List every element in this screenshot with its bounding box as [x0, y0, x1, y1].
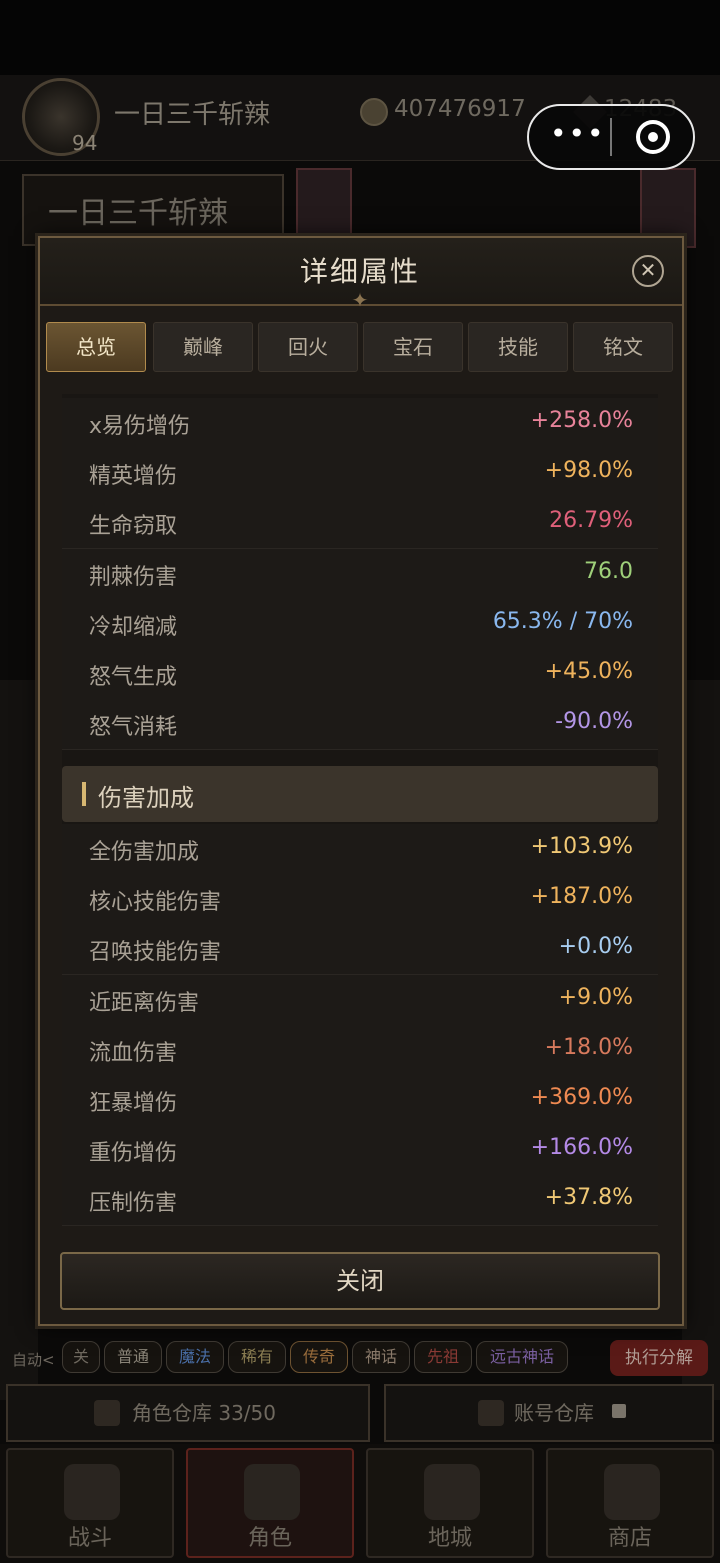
nav-dungeon[interactable]: 地城 [366, 1448, 534, 1558]
attribute-row: 狂暴增伤 +369.0% [62, 1075, 658, 1126]
auto-salvage-label: 自动< [12, 1351, 55, 1369]
ornament-icon: ✦ [351, 288, 369, 312]
attribute-value: +166.0% [530, 1135, 633, 1161]
character-storage-button[interactable]: 角色仓库 33/50 [6, 1384, 370, 1442]
attribute-value: +37.8% [544, 1185, 633, 1211]
tab-tempering[interactable]: 回火 [258, 322, 358, 372]
attribute-label: 重伤增伤 [89, 1141, 178, 1167]
close-button[interactable]: 关闭 [60, 1252, 660, 1310]
attribute-label: 生命窃取 [89, 514, 178, 540]
account-storage-button[interactable]: 账号仓库 [384, 1384, 714, 1442]
player-name: 一日三千斩辣 [114, 100, 271, 130]
attribute-value: 26.79% [549, 508, 633, 534]
inventory-panel-right [682, 680, 720, 1400]
attribute-row: 荆棘伤害 76.0 [62, 548, 658, 600]
attribute-row: 生命窃取 26.79% [62, 498, 658, 550]
attribute-value: +103.9% [530, 834, 633, 859]
attribute-value: 76.0 [584, 558, 633, 584]
chest-icon [478, 1400, 504, 1426]
shop-chest-icon [604, 1464, 660, 1520]
attribute-value: +45.0% [544, 659, 633, 684]
crossed-swords-icon [64, 1464, 120, 1520]
attribute-row: 怒气消耗 -90.0% [62, 699, 658, 751]
filter-chip-mythic[interactable]: 神话 [352, 1341, 410, 1373]
attribute-label: 召唤技能伤害 [89, 940, 222, 966]
lock-icon [612, 1404, 626, 1418]
attribute-row: 冷却缩减 65.3% / 70% [62, 598, 658, 650]
attribute-label: 荆棘伤害 [89, 564, 178, 590]
nav-battle[interactable]: 战斗 [6, 1448, 174, 1558]
attribute-label: 全伤害加成 [89, 840, 200, 865]
tab-paragon[interactable]: 巅峰 [153, 322, 253, 372]
tab-inscriptions[interactable]: 铭文 [573, 322, 673, 372]
chest-icon [94, 1400, 120, 1426]
gold-amount: 407476917 [394, 96, 526, 122]
nav-character[interactable]: 角色 [186, 1448, 354, 1558]
character-storage-label: 角色仓库 33/50 [132, 1401, 276, 1425]
attribute-row: 核心技能伤害 +187.0% [62, 874, 658, 926]
filter-chip-ancestral[interactable]: 先祖 [414, 1341, 472, 1373]
dungeon-gate-icon [424, 1464, 480, 1520]
filter-chip-normal[interactable]: 普通 [104, 1341, 162, 1373]
more-dots-icon[interactable]: ••• [550, 120, 606, 148]
tab-skills[interactable]: 技能 [468, 322, 568, 372]
filter-chip-magic[interactable]: 魔法 [166, 1341, 224, 1373]
attribute-label: 精英增伤 [89, 464, 178, 490]
execute-salvage-button[interactable]: 执行分解 [610, 1340, 708, 1376]
nav-dungeon-label: 地城 [427, 1526, 472, 1551]
filter-chip-ancient-mythic[interactable]: 远古神话 [476, 1341, 568, 1373]
attribute-value: +9.0% [558, 984, 633, 1010]
attribute-label: 流血伤害 [89, 1040, 178, 1066]
attribute-row: 全伤害加成 +103.9% [62, 824, 658, 875]
nav-shop-label: 商店 [607, 1526, 652, 1551]
gold-coin-icon [360, 98, 388, 126]
filter-chip-off[interactable]: 关 [62, 1341, 100, 1373]
capsule-divider [610, 118, 612, 156]
attribute-label: 核心技能伤害 [89, 890, 222, 916]
attribute-row: x易伤增伤 +258.0% [62, 398, 658, 449]
character-helm-icon [244, 1464, 300, 1520]
attribute-row: 重伤增伤 +166.0% [62, 1125, 658, 1177]
attribute-label: 怒气生成 [89, 665, 178, 690]
section-title: 伤害加成 [98, 784, 194, 812]
target-icon[interactable] [636, 120, 670, 154]
filter-chip-legendary[interactable]: 传奇 [290, 1341, 348, 1373]
close-icon[interactable]: ✕ [632, 255, 664, 287]
attribute-value: +258.0% [530, 408, 633, 433]
account-storage-label: 账号仓库 [514, 1401, 594, 1425]
attribute-label: 狂暴增伤 [89, 1091, 178, 1116]
attribute-label: 压制伤害 [89, 1191, 178, 1217]
attribute-row: 流血伤害 +18.0% [62, 1024, 658, 1076]
tab-gems[interactable]: 宝石 [363, 322, 463, 372]
status-bar-area [0, 0, 720, 75]
attribute-row: 精英增伤 +98.0% [62, 448, 658, 500]
attribute-value: +0.0% [558, 934, 633, 960]
character-name: 一日三千斩辣 [48, 196, 228, 231]
attribute-label: x易伤增伤 [89, 414, 191, 439]
attribute-row: 召唤技能伤害 +0.0% [62, 924, 658, 976]
attribute-label: 冷却缩减 [89, 614, 178, 640]
attribute-value: 65.3% / 70% [492, 608, 633, 634]
filter-chip-rare[interactable]: 稀有 [228, 1341, 286, 1373]
player-level: 94 [72, 131, 98, 155]
section-accent [82, 782, 86, 806]
tab-overview[interactable]: 总览 [46, 322, 146, 372]
dialog-title: 详细属性 [299, 255, 420, 288]
attribute-value: +369.0% [530, 1085, 633, 1110]
attribute-row: 近距离伤害 +9.0% [62, 974, 658, 1026]
attribute-row: 怒气生成 +45.0% [62, 649, 658, 700]
inventory-panel-left [0, 680, 38, 1400]
attribute-value: +18.0% [544, 1034, 633, 1060]
attribute-value: -90.0% [555, 709, 633, 735]
nav-battle-label: 战斗 [67, 1526, 112, 1551]
attribute-value: +187.0% [530, 884, 633, 910]
attribute-row: 压制伤害 +37.8% [62, 1175, 658, 1227]
nav-shop[interactable]: 商店 [546, 1448, 714, 1558]
attribute-label: 怒气消耗 [89, 715, 178, 741]
attribute-value: +98.0% [544, 458, 633, 484]
nav-character-label: 角色 [247, 1526, 292, 1551]
attribute-label: 近距离伤害 [89, 990, 200, 1016]
